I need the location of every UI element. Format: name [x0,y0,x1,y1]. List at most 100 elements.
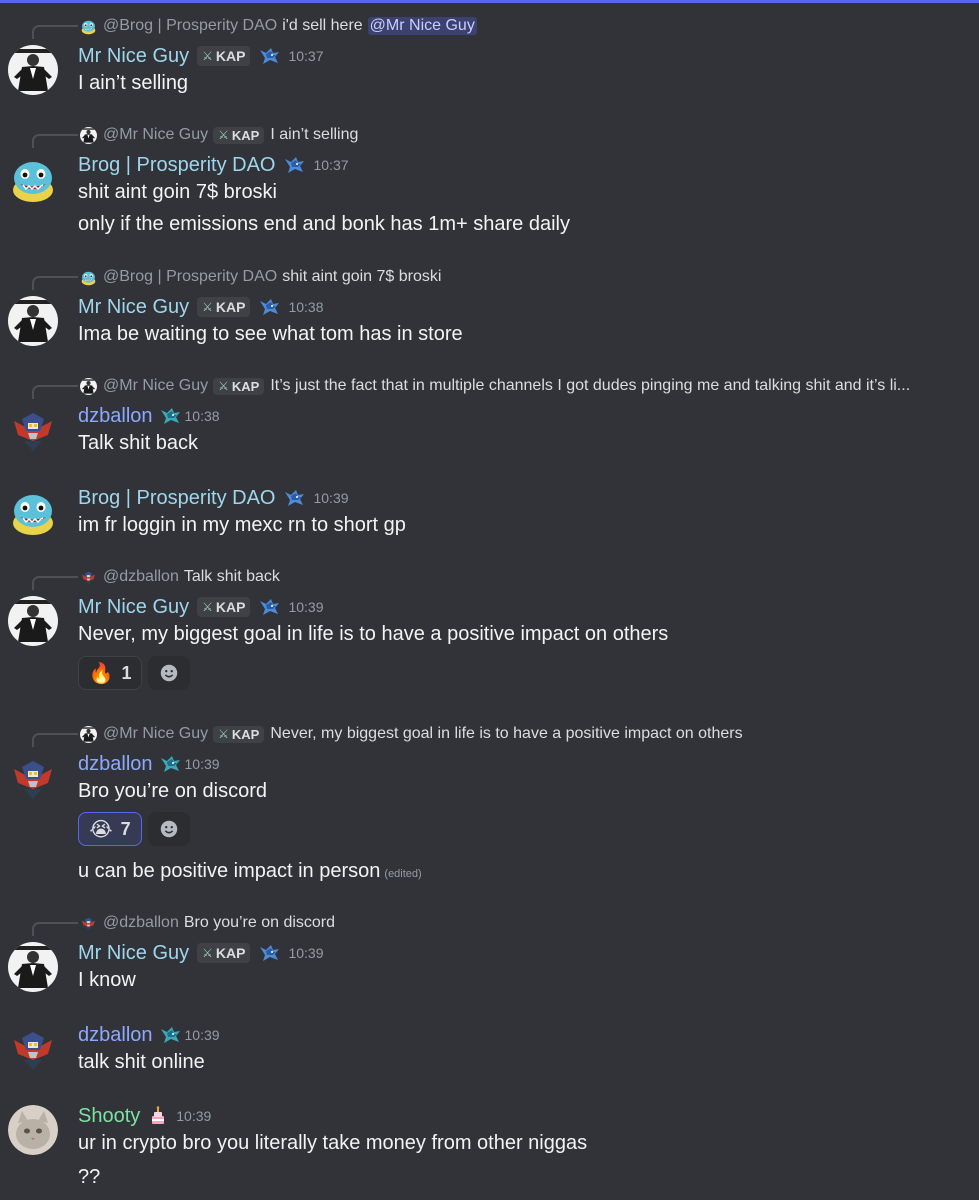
role-tag: ⚔ KAP [213,377,265,395]
message-text: Bro you’re on discord [78,780,267,802]
reply-preview[interactable]: @Mr Nice Guy ⚔ KAP I ain’t selling [80,124,358,146]
reply-mention[interactable]: @Mr Nice Guy [367,17,477,35]
avatar[interactable] [8,753,58,803]
reply-text: It’s just the fact that in multiple chan… [270,377,911,394]
avatar[interactable] [8,154,58,204]
reply-avatar [80,18,97,35]
reply-preview[interactable]: @Brog | Prosperity DAO shit aint goin 7$… [80,266,441,288]
reply-preview[interactable]: @Brog | Prosperity DAO i'd sell here @Mr… [80,15,477,37]
reaction-sob[interactable]: 😭 7 [78,812,142,846]
role-tag: ⚔ KAP [213,725,265,743]
message-header: Mr Nice Guy ⚔ KAP 10:37 [78,43,324,69]
message-text: talk shit online [78,1051,205,1073]
message-text: ?? [78,1166,101,1188]
avatar[interactable] [8,45,58,95]
timestamp[interactable]: 10:39 [288,945,323,961]
message-header: Mr Nice Guy ⚔ KAP 10:39 [78,940,324,966]
message-text: Never, my biggest goal in life is to hav… [78,623,669,645]
avatar[interactable] [8,1024,58,1074]
timestamp[interactable]: 10:39 [185,1027,220,1043]
wolf-badge-icon [283,155,305,175]
timestamp[interactable]: 10:37 [313,157,348,173]
reply-author[interactable]: @Mr Nice Guy [103,725,208,743]
username[interactable]: Shooty [78,1105,140,1128]
reply-preview[interactable]: @dzballon Bro you’re on discord [80,912,335,934]
avatar[interactable] [8,1105,58,1155]
username[interactable]: Mr Nice Guy [78,942,189,965]
add-reaction-button[interactable] [148,656,190,690]
reply-author[interactable]: @dzballon [103,568,179,586]
timestamp[interactable]: 10:38 [185,408,220,424]
reaction-fire[interactable]: 🔥 1 [78,656,142,690]
reply-text: Never, my biggest goal in life is to hav… [270,725,743,742]
timestamp[interactable]: 10:39 [288,599,323,615]
sword-icon: ⚔ [202,49,213,63]
message-text: shit aint goin 7$ broski [78,181,278,203]
message-header: Brog | Prosperity DAO 10:39 [78,485,349,511]
sword-icon: ⚔ [218,727,229,741]
reply-spine [32,733,78,747]
wolf-badge-icon [159,406,181,426]
reply-preview[interactable]: @Mr Nice Guy ⚔ KAP It’s just the fact tha… [80,375,910,397]
wolf-badge-icon [159,1025,181,1045]
edited-label: (edited) [384,868,422,880]
reply-preview[interactable]: @dzballon Talk shit back [80,566,280,588]
message-header: Brog | Prosperity DAO 10:37 [78,152,349,178]
sword-icon: ⚔ [218,379,229,393]
reply-avatar [80,915,97,932]
message-text: Ima be waiting to see what tom has in st… [78,323,463,345]
reply-avatar [80,726,97,743]
fire-icon: 🔥 [88,662,114,685]
reply-author[interactable]: @Brog | Prosperity DAO [103,17,277,35]
message-text: u can be positive impact in person (edite… [78,860,422,882]
reply-spine [32,576,78,590]
timestamp[interactable]: 10:39 [313,490,348,506]
timestamp[interactable]: 10:38 [288,299,323,315]
reply-author[interactable]: @dzballon [103,914,179,932]
reply-avatar [80,569,97,586]
reaction-count: 7 [120,818,131,839]
wolf-badge-icon [258,597,280,617]
reply-text: i'd sell here [282,17,363,34]
avatar[interactable] [8,296,58,346]
username[interactable]: dzballon [78,753,153,776]
username[interactable]: Mr Nice Guy [78,596,189,619]
username[interactable]: Mr Nice Guy [78,45,189,68]
avatar[interactable] [8,596,58,646]
reaction-count: 1 [121,662,132,683]
message-header: dzballon 10:39 [78,1022,220,1048]
timestamp[interactable]: 10:39 [185,756,220,772]
username[interactable]: Mr Nice Guy [78,296,189,319]
reply-preview[interactable]: @Mr Nice Guy ⚔ KAP Never, my biggest goal… [80,723,743,745]
username[interactable]: Brog | Prosperity DAO [78,154,275,177]
reply-spine [32,385,78,399]
reply-spine [32,25,78,39]
message-header: dzballon 10:38 [78,403,220,429]
reply-author[interactable]: @Brog | Prosperity DAO [103,268,277,286]
sword-icon: ⚔ [218,128,229,142]
avatar[interactable] [8,487,58,537]
message-text: I ain’t selling [78,72,189,94]
message-header: dzballon 10:39 [78,751,220,777]
username[interactable]: dzballon [78,1024,153,1047]
message-header: Mr Nice Guy ⚔ KAP 10:38 [78,294,324,320]
message-text: only if the emissions end and bonk has 1… [78,213,570,235]
message-text: Talk shit back [78,432,199,454]
reply-avatar [80,378,97,395]
cake-icon [148,1106,168,1126]
reply-avatar [80,127,97,144]
sword-icon: ⚔ [202,946,213,960]
add-reaction-icon [158,662,180,684]
username[interactable]: Brog | Prosperity DAO [78,487,275,510]
reply-author[interactable]: @Mr Nice Guy [103,377,208,395]
add-reaction-button[interactable] [148,812,190,846]
avatar[interactable] [8,405,58,455]
reply-author[interactable]: @Mr Nice Guy [103,126,208,144]
avatar[interactable] [8,942,58,992]
role-tag: ⚔ KAP [197,597,251,617]
username[interactable]: dzballon [78,405,153,428]
message-header: Shooty 10:39 [78,1103,211,1129]
timestamp[interactable]: 10:37 [288,48,323,64]
message-text: im fr loggin in my mexc rn to short gp [78,514,406,536]
timestamp[interactable]: 10:39 [176,1108,211,1124]
